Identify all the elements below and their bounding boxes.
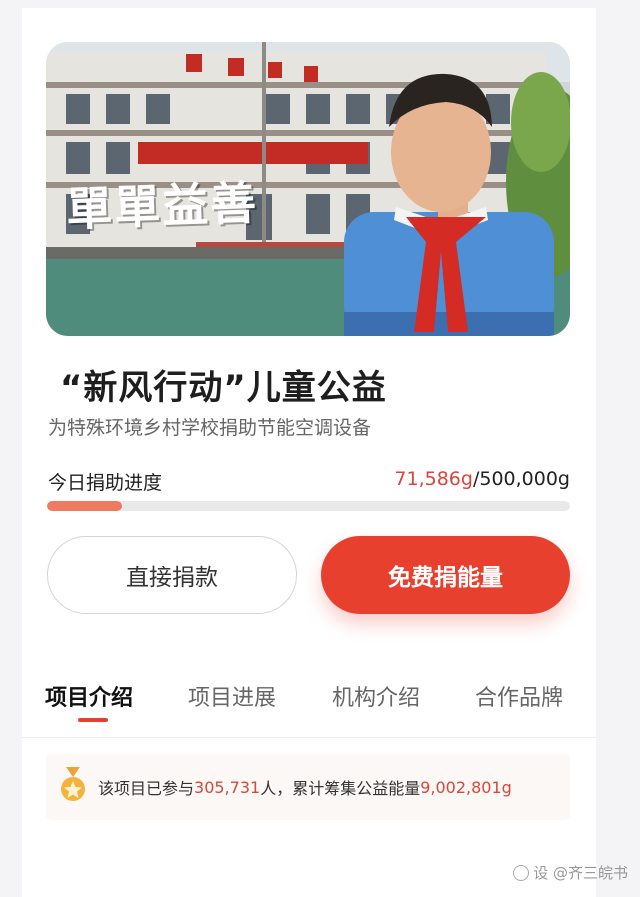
progress-target: 500,000g (479, 468, 570, 490)
project-title: “新风行动”儿童公益 (60, 368, 387, 408)
progress-label: 今日捐助进度 (48, 472, 163, 494)
stats-prefix: 该项目已参与 (98, 779, 195, 798)
progress-values: 71,586g/500,000g (394, 468, 570, 490)
medal-icon (58, 767, 88, 807)
watermark-text: 设 @齐三皖书 (533, 864, 628, 882)
tab-project-intro[interactable]: 项目介绍 (45, 680, 133, 712)
free-energy-donate-button[interactable]: 免费捐能量 (321, 536, 570, 614)
tab-project-progress[interactable]: 项目进展 (188, 680, 276, 712)
progress-fill (47, 501, 122, 511)
tab-bar: 项目介绍 项目进展 机构介绍 合作品牌 (30, 680, 590, 724)
participation-stats: 该项目已参与 305,731 人，累计筹集公益能量 9,002,801g (46, 754, 570, 820)
direct-donate-button[interactable]: 直接捐款 (47, 536, 297, 614)
watermark: 设 @齐三皖书 (513, 862, 628, 883)
progress-current: 71,586g (394, 468, 473, 490)
tab-organization-intro[interactable]: 机构介绍 (332, 680, 420, 712)
tab-divider (22, 737, 596, 738)
project-banner-image: 單單益善 (46, 42, 570, 336)
charity-logo: 單單益善 (65, 175, 259, 237)
project-subtitle: 为特殊环境乡村学校捐助节能空调设备 (48, 417, 372, 439)
energy-total: 9,002,801g (420, 777, 512, 797)
tab-partner-brands[interactable]: 合作品牌 (475, 680, 563, 712)
stats-middle: 人，累计筹集公益能量 (260, 779, 421, 798)
progress-bar (47, 501, 570, 511)
active-tab-indicator (78, 718, 108, 722)
watermark-icon (513, 864, 530, 881)
participant-count: 305,731 (194, 777, 261, 797)
